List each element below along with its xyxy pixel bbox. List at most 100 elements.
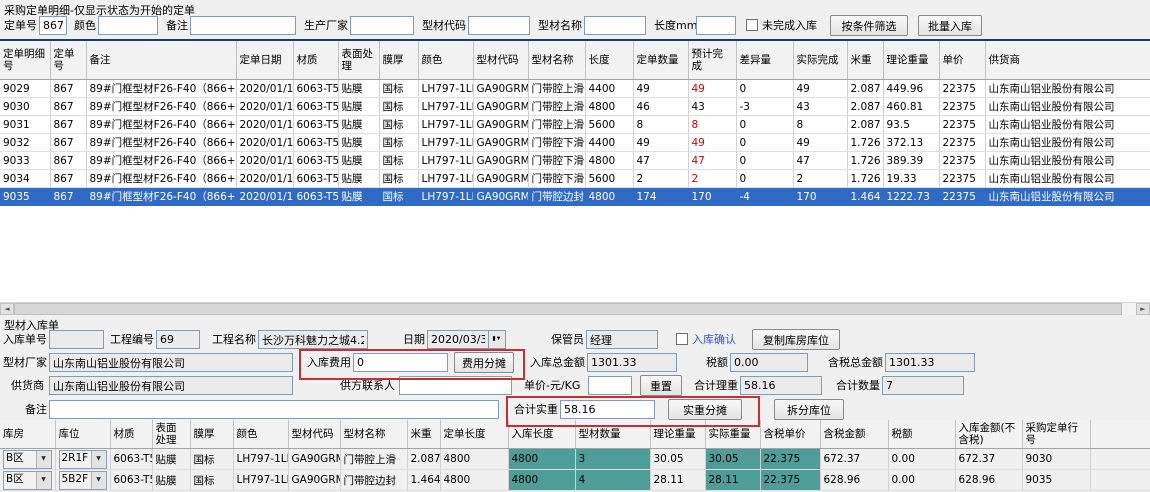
- table-row[interactable]: 903386789#门框型材F26-F40（866+867）2020/01/13…: [0, 152, 1150, 170]
- table-row[interactable]: 902986789#门框型材F26-F40（866+867）2020/01/13…: [0, 80, 1150, 98]
- column-header[interactable]: [1090, 420, 1150, 449]
- column-header[interactable]: 定单日期: [236, 41, 293, 80]
- column-header[interactable]: 备注: [86, 41, 236, 80]
- receipt-no-input[interactable]: [49, 330, 104, 349]
- chevron-down-icon[interactable]: ▼: [36, 451, 51, 468]
- split-location-button[interactable]: 拆分库位: [774, 399, 844, 420]
- column-header[interactable]: 材质: [110, 420, 152, 449]
- supplier-contact-input[interactable]: [399, 376, 512, 395]
- column-header[interactable]: 型材名称: [340, 420, 407, 449]
- table-row[interactable]: B区▼5B2F▼6063-T5贴膜国标LH797-1LL0GA90GRM05门带…: [0, 470, 1150, 491]
- chevron-down-icon[interactable]: ▼: [91, 451, 106, 468]
- fee-input[interactable]: [353, 353, 448, 372]
- project-name-input[interactable]: [258, 330, 368, 349]
- column-header[interactable]: 含税金额: [820, 420, 888, 449]
- supplier-input[interactable]: [49, 376, 293, 395]
- unit-price-input[interactable]: [588, 376, 632, 395]
- column-header[interactable]: 材质: [293, 41, 338, 80]
- profile-name-input[interactable]: [584, 16, 646, 35]
- column-header[interactable]: 预计完成: [688, 41, 736, 80]
- column-header[interactable]: 长度: [585, 41, 633, 80]
- total-actual-weight-input[interactable]: [560, 400, 655, 419]
- column-header[interactable]: 米重: [847, 41, 883, 80]
- filter-color-input[interactable]: [98, 16, 158, 35]
- tax-input[interactable]: [730, 353, 808, 372]
- confirm-checkbox[interactable]: [676, 333, 688, 345]
- table-row[interactable]: 903286789#门框型材F26-F40（866+867）2020/01/13…: [0, 134, 1150, 152]
- column-header[interactable]: 颜色: [418, 41, 473, 80]
- date-input[interactable]: [427, 330, 489, 349]
- filter-remark-input[interactable]: [190, 16, 296, 35]
- table-row[interactable]: 903486789#门框型材F26-F40（866+867）2020/01/13…: [0, 170, 1150, 188]
- form-remark-input[interactable]: [49, 400, 499, 419]
- location-dropdown[interactable]: B区▼: [0, 470, 55, 491]
- column-header[interactable]: 型材数量: [575, 420, 650, 449]
- column-header[interactable]: 供货商: [985, 41, 1150, 80]
- project-no-input[interactable]: [156, 330, 200, 349]
- scrollbar-thumb[interactable]: [14, 303, 1122, 315]
- date-picker-dropdown-icon[interactable]: ▮▼: [489, 330, 506, 349]
- factory-input[interactable]: [49, 353, 293, 372]
- column-header[interactable]: 米重: [407, 420, 440, 449]
- column-header[interactable]: 采购定单行号: [1022, 420, 1090, 449]
- keeper-input[interactable]: [586, 330, 658, 349]
- location-dropdown[interactable]: B区▼: [0, 449, 55, 470]
- batch-inbound-button[interactable]: 批量入库: [918, 15, 982, 36]
- location-dropdown[interactable]: 2R1F▼: [55, 449, 110, 470]
- column-header[interactable]: 入库长度: [508, 420, 575, 449]
- column-header[interactable]: 颜色: [233, 420, 288, 449]
- location-dropdown[interactable]: 5B2F▼: [55, 470, 110, 491]
- length-input[interactable]: [696, 16, 736, 35]
- chevron-down-icon[interactable]: ▼: [36, 472, 51, 489]
- total-with-tax-input[interactable]: [885, 353, 975, 372]
- column-header[interactable]: 定单长度: [440, 420, 508, 449]
- column-header[interactable]: 表面处理: [338, 41, 379, 80]
- column-header[interactable]: 型材代码: [473, 41, 528, 80]
- column-header[interactable]: 实际完成: [793, 41, 847, 80]
- fee-share-button[interactable]: 费用分摊: [454, 352, 514, 373]
- table-row[interactable]: B区▼2R1F▼6063-T5贴膜国标LH797-1LL0GA90GRM03门带…: [0, 449, 1150, 470]
- manufacturer-input[interactable]: [350, 16, 414, 35]
- column-header[interactable]: 表面处理: [152, 420, 190, 449]
- table-cell: 门带腔上滑: [528, 116, 585, 134]
- column-header[interactable]: 入库金额(不含税): [955, 420, 1022, 449]
- unfinished-checkbox[interactable]: [746, 19, 758, 31]
- profile-code-input[interactable]: [468, 16, 530, 35]
- table-cell: 1.464: [407, 470, 440, 491]
- column-header[interactable]: 税额: [888, 420, 955, 449]
- table-row[interactable]: 903086789#门框型材F26-F40（866+867）2020/01/13…: [0, 98, 1150, 116]
- column-header[interactable]: 单价: [939, 41, 985, 80]
- column-header[interactable]: 定单号: [50, 41, 86, 80]
- chevron-down-icon[interactable]: ▼: [91, 472, 106, 489]
- table-cell: 4800: [508, 449, 575, 470]
- column-header[interactable]: 库房: [0, 420, 55, 449]
- order-no-input[interactable]: [39, 16, 67, 35]
- table-row[interactable]: 903186789#门框型材F26-F40（866+867）2020/01/13…: [0, 116, 1150, 134]
- column-header[interactable]: 含税单价: [760, 420, 820, 449]
- column-header[interactable]: 差异量: [736, 41, 793, 80]
- column-header[interactable]: 理论重量: [650, 420, 705, 449]
- table-cell: 门带腔下滑: [528, 134, 585, 152]
- total-amount-input[interactable]: [587, 353, 677, 372]
- filter-by-condition-button[interactable]: 按条件筛选: [830, 15, 908, 36]
- column-header[interactable]: 定单数量: [633, 41, 688, 80]
- copy-location-button[interactable]: 复制库房库位: [752, 329, 840, 350]
- total-qty-input[interactable]: [882, 376, 964, 395]
- scroll-right-icon[interactable]: ►: [1136, 303, 1150, 315]
- column-header[interactable]: 实际重量: [705, 420, 760, 449]
- column-header[interactable]: 膜厚: [190, 420, 233, 449]
- total-theory-weight-input[interactable]: [740, 376, 822, 395]
- scroll-left-icon[interactable]: ◄: [0, 303, 14, 315]
- column-header[interactable]: 型材代码: [288, 420, 340, 449]
- horizontal-scrollbar[interactable]: ◄ ►: [0, 302, 1150, 315]
- column-header[interactable]: 定单明细号: [0, 41, 50, 80]
- total-with-tax-label: 含税总金额: [828, 353, 883, 372]
- reset-button[interactable]: 重置: [640, 375, 682, 396]
- column-header[interactable]: 理论重量: [883, 41, 939, 80]
- table-row[interactable]: 903586789#门框型材F26-F40（866+867）2020/01/13…: [0, 188, 1150, 206]
- table-cell: 9030: [1022, 449, 1090, 470]
- column-header[interactable]: 膜厚: [379, 41, 418, 80]
- actual-weight-share-button[interactable]: 实重分摊: [668, 399, 742, 420]
- column-header[interactable]: 库位: [55, 420, 110, 449]
- column-header[interactable]: 型材名称: [528, 41, 585, 80]
